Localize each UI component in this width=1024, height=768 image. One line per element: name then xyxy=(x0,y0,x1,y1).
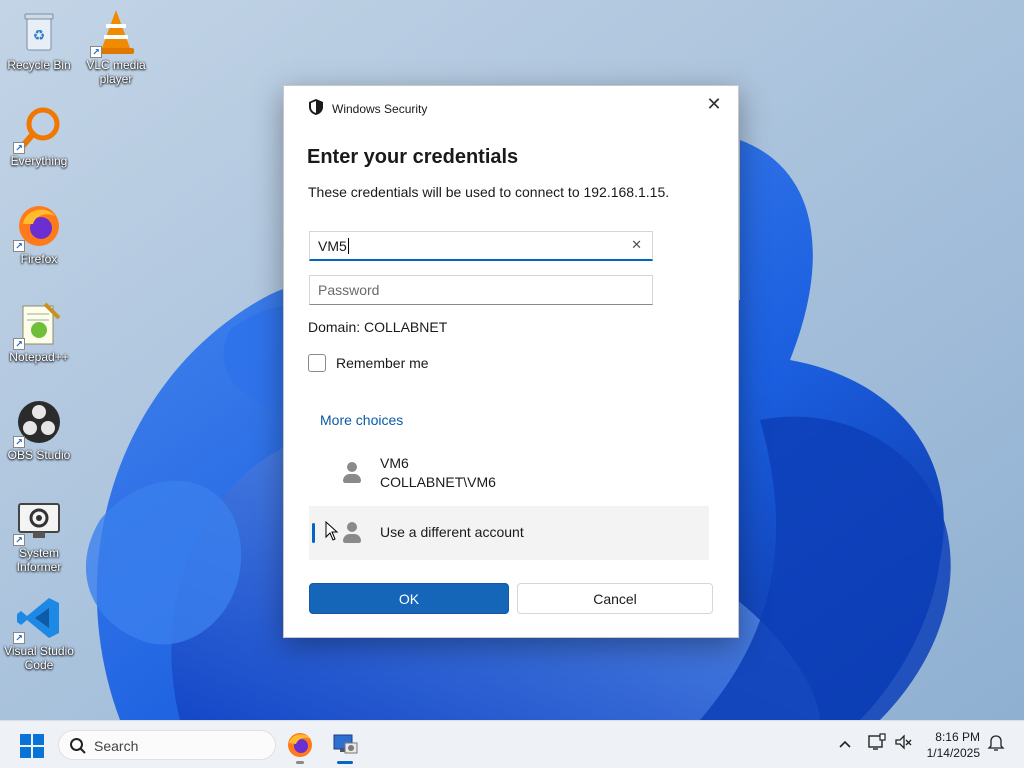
mouse-cursor-icon xyxy=(325,520,339,546)
desktop-icon-vscode[interactable]: ↗ Visual Studio Code xyxy=(0,594,78,672)
recycle-bin-icon: ♻ xyxy=(15,8,63,56)
svg-text:♻: ♻ xyxy=(33,27,46,43)
network-icon[interactable] xyxy=(868,733,886,754)
dialog-header: Windows Security xyxy=(308,99,428,116)
desktop-icon-label: Everything xyxy=(10,154,68,168)
app-active-indicator xyxy=(337,761,353,764)
clear-text-icon[interactable]: ✕ xyxy=(631,237,642,253)
notepad-plus-plus-icon: ↗ xyxy=(13,300,63,350)
username-field[interactable]: VM5 ✕ xyxy=(309,231,653,261)
dialog-description: These credentials will be used to connec… xyxy=(308,184,670,200)
username-value: VM5 xyxy=(318,238,347,254)
account-name: VM6 xyxy=(380,455,409,471)
desktop-icon-vlc[interactable]: ↗ VLC media player xyxy=(77,8,155,86)
dialog-app-title: Windows Security xyxy=(332,102,428,116)
desktop-icon-firefox[interactable]: ↗ Firefox xyxy=(0,202,78,266)
clock-time: 8:16 PM xyxy=(935,730,980,744)
search-placeholder: Search xyxy=(94,738,139,754)
everything-search-icon: ↗ xyxy=(13,104,63,154)
shortcut-arrow-icon: ↗ xyxy=(90,46,102,58)
clock-date: 1/14/2025 xyxy=(926,746,980,760)
desktop-icon-label: VLC media player xyxy=(86,58,146,86)
account-name: Use a different account xyxy=(380,524,524,540)
password-field[interactable]: Password xyxy=(309,275,653,305)
more-choices-link[interactable]: More choices xyxy=(320,412,403,428)
cancel-button[interactable]: Cancel xyxy=(517,583,713,614)
password-placeholder: Password xyxy=(318,282,380,298)
desktop-icon-label: Firefox xyxy=(20,252,58,266)
taskbar-app-remote-desktop[interactable] xyxy=(329,729,361,764)
close-icon: ✕ xyxy=(706,94,722,114)
person-icon xyxy=(341,462,363,486)
app-running-indicator xyxy=(296,761,304,764)
shortcut-arrow-icon: ↗ xyxy=(13,632,25,644)
account-option-vm6[interactable]: VM6 COLLABNET\VM6 xyxy=(309,446,709,500)
desktop-icon-everything[interactable]: ↗ Everything xyxy=(0,104,78,168)
dialog-heading: Enter your credentials xyxy=(307,146,519,168)
remember-me-label: Remember me xyxy=(336,355,429,371)
volume-muted-icon[interactable] xyxy=(894,733,912,754)
account-domain-user: COLLABNET\VM6 xyxy=(380,474,496,490)
desktop-icon-notepad-plus-plus[interactable]: ↗ Notepad++ xyxy=(0,300,78,364)
taskbar-app-firefox[interactable] xyxy=(284,729,316,764)
taskbar-search[interactable]: Search xyxy=(58,730,276,760)
start-button[interactable] xyxy=(20,734,44,758)
shortcut-arrow-icon: ↗ xyxy=(13,338,25,350)
selection-indicator xyxy=(312,523,315,543)
close-button[interactable]: ✕ xyxy=(704,94,724,114)
obs-studio-icon: ↗ xyxy=(13,398,63,448)
desktop-icon-label: System Informer xyxy=(16,546,62,574)
system-informer-icon: ↗ xyxy=(13,496,63,546)
ok-button[interactable]: OK xyxy=(309,583,509,614)
desktop-icon-system-informer[interactable]: ↗ System Informer xyxy=(0,496,78,574)
person-icon xyxy=(341,522,363,546)
firefox-icon: ↗ xyxy=(13,202,63,252)
shield-icon xyxy=(308,98,324,121)
taskbar-clock[interactable]: 8:16 PM 1/14/2025 xyxy=(927,729,980,761)
desktop-icon-label: Recycle Bin xyxy=(7,58,71,72)
notification-bell-icon[interactable] xyxy=(987,733,1005,754)
desktop-icon-label: Notepad++ xyxy=(9,350,69,364)
checkbox-box[interactable] xyxy=(308,354,326,372)
shortcut-arrow-icon: ↗ xyxy=(13,436,25,448)
domain-label: Domain: COLLABNET xyxy=(308,319,448,335)
desktop-icon-label: OBS Studio xyxy=(7,448,71,462)
taskbar: Search 8:16 PM 1/14/2025 xyxy=(0,720,1024,768)
desktop-icon-obs-studio[interactable]: ↗ OBS Studio xyxy=(0,398,78,462)
search-icon xyxy=(69,737,87,760)
account-option-different-account[interactable]: Use a different account xyxy=(309,506,709,560)
credentials-dialog: Windows Security ✕ Enter your credential… xyxy=(283,85,739,638)
shortcut-arrow-icon: ↗ xyxy=(13,534,25,546)
vscode-icon: ↗ xyxy=(13,594,63,644)
vlc-icon: ↗ xyxy=(90,8,140,58)
chevron-up-icon[interactable] xyxy=(838,733,852,754)
desktop-icon-label: Visual Studio Code xyxy=(4,644,74,672)
shortcut-arrow-icon: ↗ xyxy=(13,142,25,154)
remember-me-checkbox[interactable]: Remember me xyxy=(308,354,429,372)
desktop-icon-recycle-bin[interactable]: ♻ Recycle Bin xyxy=(0,8,78,72)
shortcut-arrow-icon: ↗ xyxy=(13,240,25,252)
